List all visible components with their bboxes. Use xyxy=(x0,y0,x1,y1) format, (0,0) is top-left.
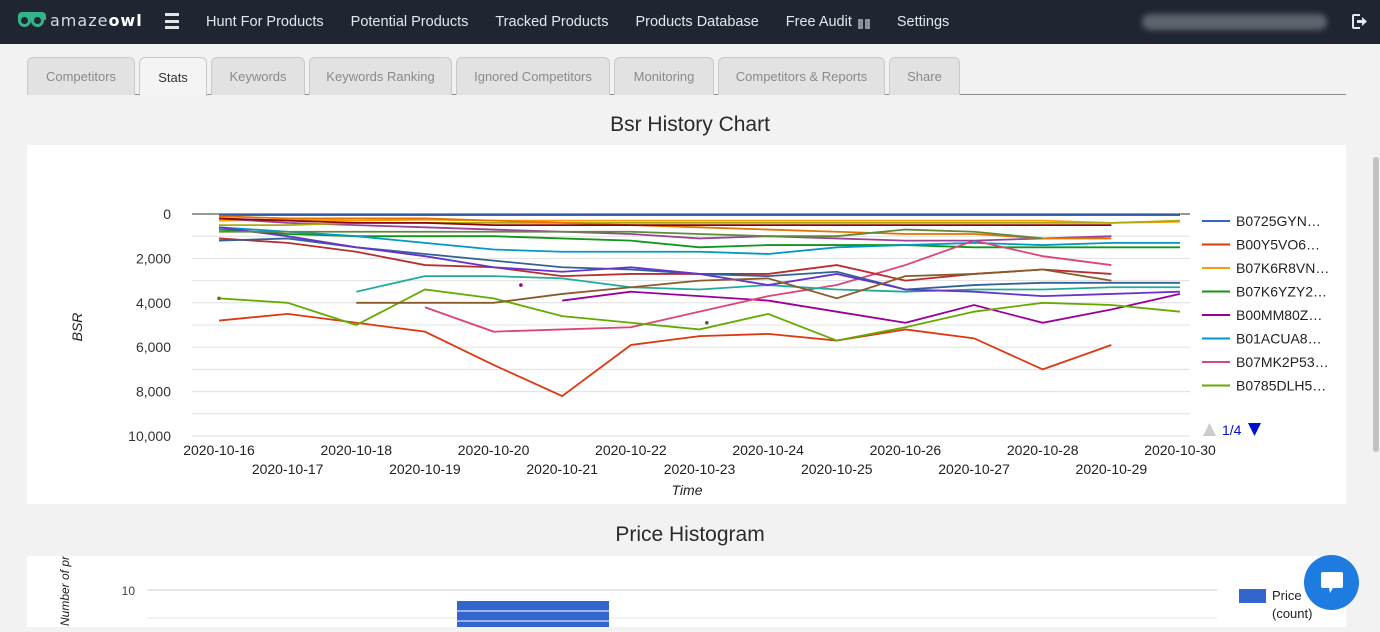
x-tick-label: 2020-10-21 xyxy=(526,461,598,477)
nav-free-audit-label: Free Audit xyxy=(785,14,852,30)
owl-logo-icon xyxy=(18,11,46,30)
legend-item[interactable]: B0785DLH5… xyxy=(1202,378,1326,394)
legend-label: B00MM80Z… xyxy=(1236,307,1322,323)
legend-item[interactable]: B07MK2P53… xyxy=(1202,354,1329,370)
price-histogram-panel: 10 Number of products Price (count) xyxy=(27,521,1346,631)
series-point xyxy=(217,296,221,301)
bsr-chart-panel: 0 2,000 4,000 6,000 8,000 10,000 2020-10-16 20… xyxy=(27,145,1346,504)
price-histogram-chart: 10 Number of products Price (count) xyxy=(58,521,1312,631)
y-tick-label: 2,000 xyxy=(136,250,171,266)
price-histogram-title: Price Histogram xyxy=(615,523,765,546)
tab-ignored-competitors[interactable]: Ignored Competitors xyxy=(456,57,610,95)
tab-keywords[interactable]: Keywords xyxy=(211,57,305,95)
nav-hunt-for-products[interactable]: Hunt For Products xyxy=(206,14,324,30)
y-axis-label: BSR xyxy=(69,313,85,342)
legend-item[interactable]: B07K6YZY2… xyxy=(1202,284,1327,300)
x-tick-label: 2020-10-25 xyxy=(801,461,873,477)
x-tick-label: 2020-10-28 xyxy=(1007,442,1079,458)
tab-stats[interactable]: Stats xyxy=(139,57,207,96)
x-tick-label: 2020-10-22 xyxy=(595,442,667,458)
x-tick-label: 2020-10-17 xyxy=(252,461,324,477)
y-tick-label: 8,000 xyxy=(136,384,171,400)
x-tick-label: 2020-10-27 xyxy=(938,461,1010,477)
user-email-blurred[interactable] xyxy=(1142,14,1327,30)
series-point xyxy=(519,283,523,287)
series-line xyxy=(562,290,1181,324)
histogram-bar xyxy=(457,601,609,631)
x-tick-label: 2020-10-24 xyxy=(732,442,804,458)
amazeowl-logo[interactable]: amazeowl xyxy=(18,11,143,30)
page-scrollbar-thumb[interactable] xyxy=(1373,157,1379,452)
tab-competitors[interactable]: Competitors xyxy=(27,57,135,95)
x-tick-label: 2020-10-23 xyxy=(664,461,736,477)
x-tick-label: 2020-10-18 xyxy=(320,442,392,458)
legend-item[interactable]: B00Y5VO6… xyxy=(1202,237,1320,253)
tab-monitoring[interactable]: Monitoring xyxy=(614,57,714,95)
chat-bubble-icon xyxy=(1320,571,1343,593)
legend-pager: 1/4 xyxy=(1203,422,1261,438)
y-axis-label: Number of products xyxy=(58,556,72,626)
logo-text: amazeowl xyxy=(50,11,143,30)
legend-label: B07K6YZY2… xyxy=(1236,284,1327,300)
chat-support-button[interactable] xyxy=(1304,555,1359,610)
legend-label: B0785DLH5… xyxy=(1236,378,1326,394)
nav-tracked-products[interactable]: Tracked Products xyxy=(495,14,608,30)
bsr-history-chart: 0 2,000 4,000 6,000 8,000 10,000 2020-10-16 20… xyxy=(69,206,1329,498)
top-navbar: amazeowl Hunt For Products Potential Pro… xyxy=(0,0,1380,44)
logout-icon[interactable] xyxy=(1351,13,1368,30)
x-tick-label: 2020-10-20 xyxy=(458,442,530,458)
nav-potential-products[interactable]: Potential Products xyxy=(351,14,469,30)
series-line xyxy=(218,237,1180,291)
legend-item[interactable]: B07K6R8VN… xyxy=(1202,260,1329,276)
nav-free-audit[interactable]: Free Audit xyxy=(786,14,870,30)
legend-label: B0725GYN… xyxy=(1236,213,1321,229)
x-tick-label: 2020-10-26 xyxy=(870,442,942,458)
legend-label: B07K6R8VN… xyxy=(1236,260,1329,276)
legend-item[interactable]: B01ACUA8… xyxy=(1202,331,1322,347)
x-tick-label: 2020-10-30 xyxy=(1144,442,1216,458)
main-nav: Hunt For Products Potential Products Tra… xyxy=(206,0,976,44)
bsr-chart-title: Bsr History Chart xyxy=(610,113,770,136)
legend-page-indicator: 1/4 xyxy=(1222,422,1242,438)
tab-bar: Competitors Stats Keywords Keywords Rank… xyxy=(27,57,1346,96)
series-line xyxy=(218,217,1112,242)
legend-label-count: (count) xyxy=(1272,606,1312,621)
tab-share[interactable]: Share xyxy=(889,57,960,95)
legend-item[interactable]: B0725GYN… xyxy=(1202,213,1321,229)
legend-next-arrow-icon[interactable] xyxy=(1248,423,1261,436)
x-tick-label: 2020-10-19 xyxy=(389,461,461,477)
legend-swatch xyxy=(1239,589,1266,603)
legend-label: B07MK2P53… xyxy=(1236,354,1329,370)
nav-settings[interactable]: Settings xyxy=(897,14,949,30)
tab-competitors-reports[interactable]: Competitors & Reports xyxy=(718,57,885,95)
tab-keywords-ranking[interactable]: Keywords Ranking xyxy=(309,57,452,95)
x-axis-label: Time xyxy=(672,482,703,498)
legend-label: Price xyxy=(1272,588,1302,603)
nav-products-database[interactable]: Products Database xyxy=(635,14,758,30)
legend-label: B00Y5VO6… xyxy=(1236,237,1320,253)
y-tick-label: 10 xyxy=(122,584,136,598)
hamburger-menu-icon[interactable] xyxy=(165,13,179,29)
y-tick-label: 4,000 xyxy=(136,295,171,311)
x-tick-label: 2020-10-29 xyxy=(1076,461,1148,477)
legend-label: B01ACUA8… xyxy=(1236,331,1322,347)
gift-icon xyxy=(857,15,870,29)
y-tick-label: 10,000 xyxy=(128,428,171,444)
legend-prev-arrow-icon[interactable] xyxy=(1203,423,1216,436)
x-tick-label: 2020-10-16 xyxy=(183,442,255,458)
y-tick-label: 6,000 xyxy=(136,339,171,355)
y-tick-label: 0 xyxy=(163,206,171,222)
series-line xyxy=(218,288,1181,342)
legend-item[interactable]: B00MM80Z… xyxy=(1202,307,1322,323)
series-point xyxy=(705,320,709,325)
